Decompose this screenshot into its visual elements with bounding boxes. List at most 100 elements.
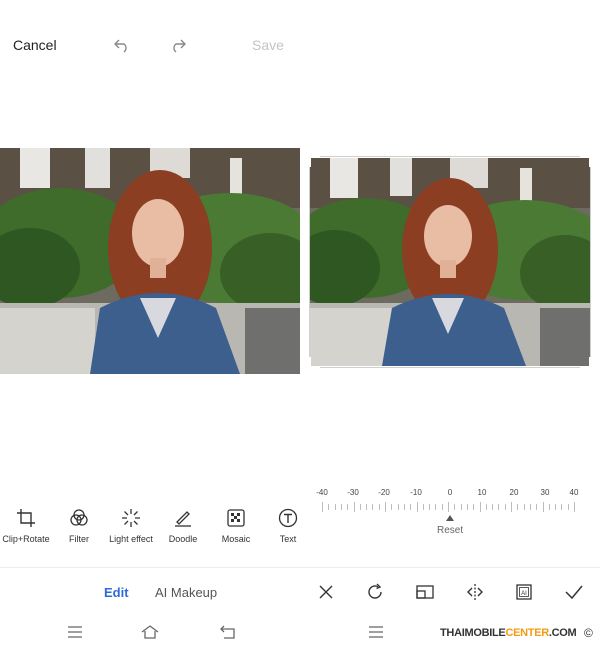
tool-label: Clip+Rotate	[2, 534, 50, 544]
light-effect-icon	[103, 508, 159, 528]
home-icon[interactable]	[141, 624, 159, 640]
edit-tools: Clip+Rotate Filter Light effect Doodle M…	[0, 508, 300, 548]
crop-handle-bottom-right[interactable]	[580, 357, 592, 369]
ruler-label: -30	[347, 488, 359, 497]
ruler-tick	[340, 504, 342, 510]
ruler-label: -20	[378, 488, 390, 497]
tool-clip-rotate[interactable]: Clip+Rotate	[0, 508, 54, 544]
ruler-tick	[561, 504, 563, 510]
flip-icon[interactable]	[465, 582, 485, 602]
save-button[interactable]: Save	[252, 37, 284, 53]
ruler-tick	[328, 504, 330, 510]
ruler-label: -10	[410, 488, 422, 497]
undo-icon[interactable]	[113, 37, 131, 53]
ruler-tick	[517, 504, 519, 510]
reset-button[interactable]: Reset	[437, 525, 463, 536]
ruler-ticks	[312, 502, 588, 516]
crop-frame[interactable]	[308, 155, 592, 369]
ruler-tick	[529, 504, 531, 510]
ruler-tick	[410, 504, 412, 510]
ruler-tick	[397, 504, 399, 510]
ruler-tick	[448, 502, 449, 512]
tool-label: Light effect	[109, 534, 153, 544]
ruler-tick	[391, 504, 393, 510]
photo-preview	[0, 148, 300, 374]
ruler-tick	[460, 504, 462, 510]
ruler-tick	[353, 502, 355, 512]
ruler-tick	[555, 504, 557, 510]
ruler-tick	[536, 504, 538, 510]
filter-icon	[51, 508, 107, 528]
copyright-icon: ©	[584, 626, 593, 640]
aspect-ratio-icon[interactable]	[415, 582, 435, 602]
ruler-pointer-icon	[446, 515, 454, 521]
back-icon[interactable]	[219, 624, 237, 640]
close-icon[interactable]	[316, 582, 336, 602]
tool-label: Mosaic	[221, 534, 251, 544]
crop-rotate-icon	[0, 508, 54, 528]
tab-edit[interactable]: Edit	[104, 585, 129, 600]
ruler-label: 0	[447, 488, 453, 497]
tool-doodle[interactable]: Doodle	[155, 508, 211, 544]
watermark-part: THAIMOBILE	[440, 627, 506, 639]
ruler-tick	[542, 502, 544, 512]
ruler-tick	[492, 504, 494, 510]
menu-icon[interactable]	[66, 624, 84, 640]
ruler-tick	[498, 504, 500, 510]
ruler-tick	[466, 504, 468, 510]
mosaic-icon	[208, 508, 264, 528]
tool-light-effect[interactable]: Light effect	[103, 508, 159, 544]
tab-ai-makeup[interactable]: AI Makeup	[155, 585, 217, 600]
divider	[0, 567, 600, 568]
ruler-tick	[504, 504, 506, 510]
tool-filter[interactable]: Filter	[51, 508, 107, 544]
watermark-part: .COM	[548, 627, 577, 639]
redo-icon[interactable]	[169, 37, 187, 53]
ruler-tick	[385, 502, 386, 512]
ruler-tick	[473, 504, 475, 510]
ruler-tick	[322, 502, 323, 512]
tool-mosaic[interactable]: Mosaic	[208, 508, 264, 544]
ruler-tick	[334, 504, 336, 510]
ruler-tick	[435, 504, 437, 510]
ruler-tick	[422, 504, 424, 510]
ruler-tick	[548, 504, 550, 510]
ruler-tick	[416, 502, 418, 512]
crop-handle-top-right[interactable]	[580, 155, 592, 167]
top-bar: Cancel Save	[0, 0, 300, 90]
ruler-tick	[372, 504, 374, 510]
ruler-tick	[347, 504, 349, 510]
ruler-tick	[429, 504, 431, 510]
crop-handle-bottom-left[interactable]	[308, 357, 320, 369]
ruler-tick	[567, 504, 569, 510]
ruler-tick	[479, 502, 481, 512]
crop-handle-top-left[interactable]	[308, 155, 320, 167]
ruler-tick	[511, 502, 512, 512]
ruler-tick	[359, 504, 361, 510]
ruler-labels: -40 -30 -20 -10 0 10 20 30 40	[312, 488, 588, 500]
tool-label: Filter	[69, 534, 89, 544]
confirm-icon[interactable]	[564, 582, 584, 602]
ruler-tick	[523, 504, 525, 510]
watermark: THAIMOBILECENTER.COM	[440, 627, 577, 639]
menu-icon[interactable]	[367, 624, 385, 640]
watermark-accent: CENTER	[505, 627, 549, 639]
ruler-tick	[454, 504, 456, 510]
ruler-tick	[574, 502, 575, 512]
ruler-label: 30	[540, 488, 550, 497]
rotation-ruler[interactable]: -40 -30 -20 -10 0 10 20 30 40 Reset	[312, 488, 588, 548]
ruler-tick	[485, 504, 487, 510]
cancel-button[interactable]: Cancel	[13, 37, 57, 53]
ruler-label: 10	[477, 488, 487, 497]
ruler-tick	[366, 504, 368, 510]
rotate-icon[interactable]	[365, 582, 385, 602]
ai-crop-icon[interactable]: AI	[514, 582, 534, 602]
ruler-tick	[441, 504, 443, 510]
svg-text:AI: AI	[521, 591, 527, 597]
tool-label: Doodle	[168, 534, 198, 544]
ruler-label: 20	[509, 488, 519, 497]
ruler-tick	[403, 504, 405, 510]
ruler-tick	[378, 504, 380, 510]
doodle-icon	[155, 508, 211, 528]
ruler-label: 40	[569, 488, 579, 497]
